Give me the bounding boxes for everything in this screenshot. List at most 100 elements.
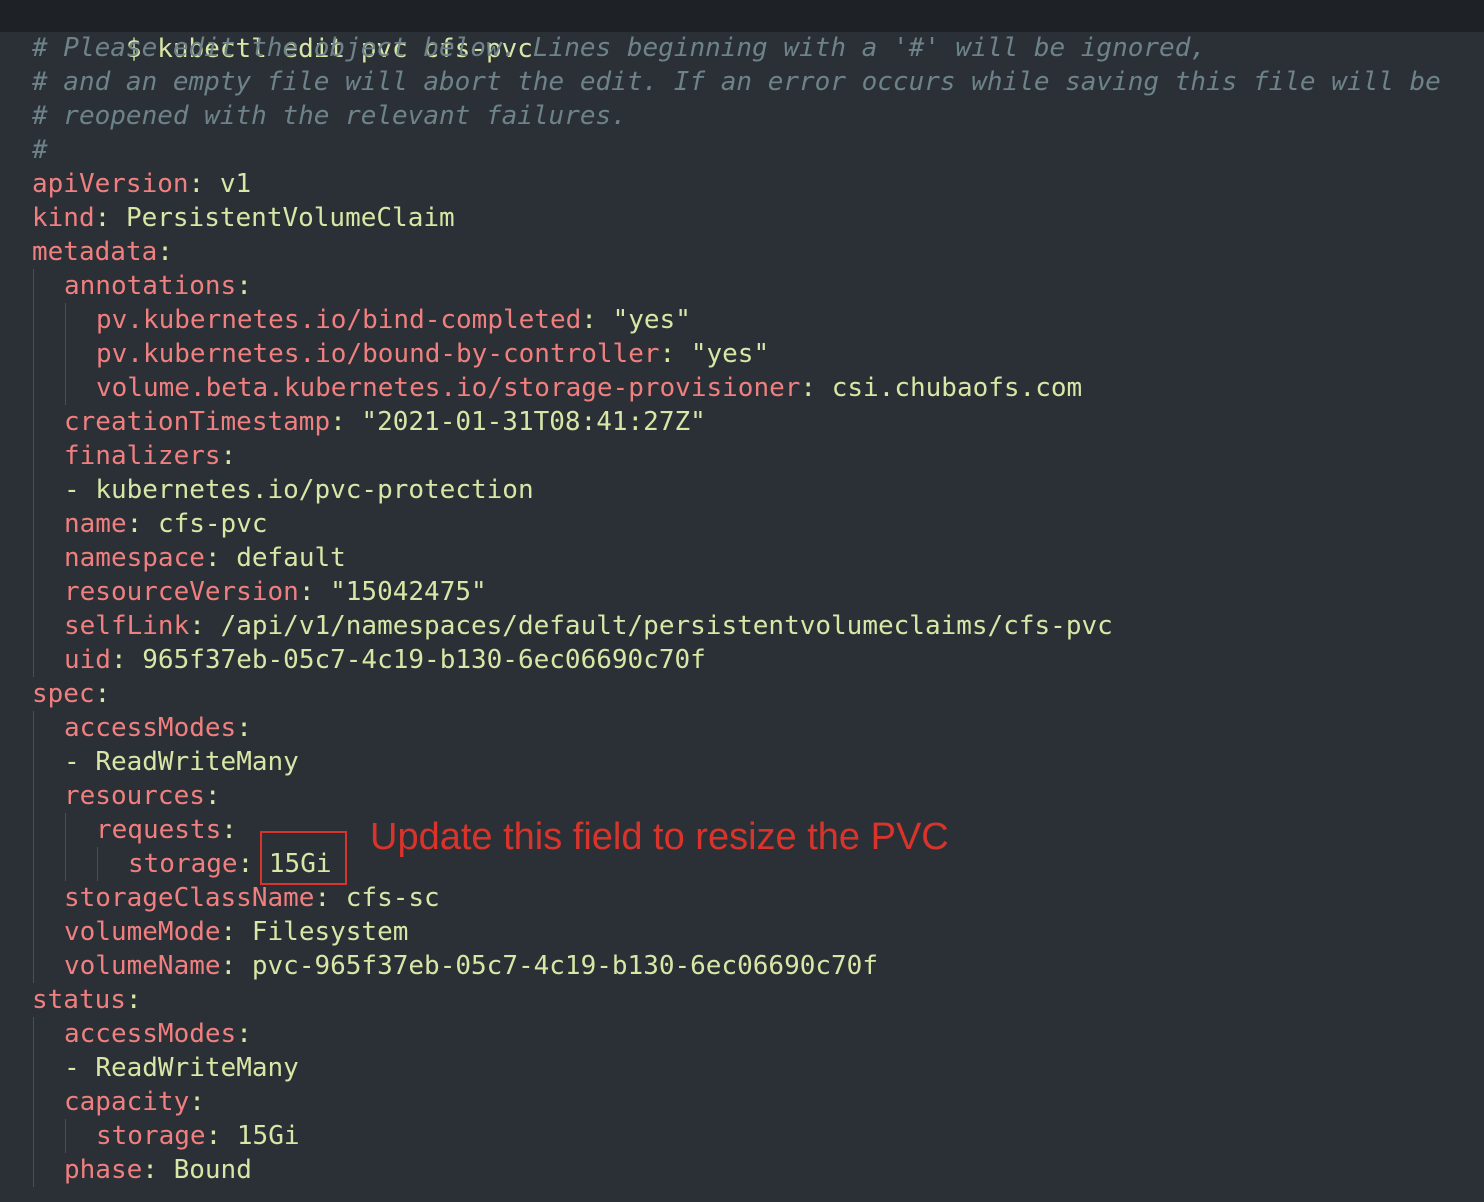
- indent-guide: [33, 949, 34, 983]
- yaml-line-resources: resources:: [0, 779, 1484, 813]
- yaml-line-spec: spec:: [32, 679, 111, 709]
- yaml-key: requests: [96, 815, 222, 845]
- yaml-key: finalizers: [64, 441, 221, 471]
- indent-guide: [33, 473, 34, 507]
- yaml-key: storage: [96, 1121, 206, 1151]
- yaml-key: resourceVersion: [64, 577, 299, 607]
- yaml-key: status: [32, 985, 126, 1015]
- yaml-line-namespace: namespace: default: [0, 541, 1484, 575]
- yaml-line-storage-class-name: storageClassName: cfs-sc: [0, 881, 1484, 915]
- yaml-value: Bound: [173, 1155, 252, 1185]
- yaml-value: /api/v1/namespaces/default/persistentvol…: [220, 611, 1113, 641]
- yaml-line-status: status:: [32, 985, 142, 1015]
- highlight-box: [260, 831, 347, 885]
- yaml-line-name: name: cfs-pvc: [0, 507, 1484, 541]
- indent-guide: [33, 303, 34, 337]
- annotation-callout: Update this field to resize the PVC: [370, 816, 949, 858]
- indent-guide: [33, 643, 34, 677]
- yaml-line-list-item: - ReadWriteMany: [0, 1051, 1484, 1085]
- indent-guide: [33, 711, 34, 745]
- comment-line: # Please edit the object below. Lines be…: [32, 33, 1206, 63]
- yaml-value: csi.chubaofs.com: [831, 373, 1083, 403]
- yaml-value: default: [236, 543, 346, 573]
- yaml-value: "15042475": [330, 577, 487, 607]
- yaml-value: pvc-965f37eb-05c7-4c19-b130-6ec06690c70f: [251, 951, 878, 981]
- indent-guide: [65, 1119, 66, 1153]
- yaml-key: accessModes: [64, 713, 237, 743]
- indent-guide: [65, 813, 66, 847]
- yaml-line-metadata: metadata:: [32, 237, 173, 267]
- indent-guide: [33, 745, 34, 779]
- yaml-key: volume.beta.kubernetes.io/storage-provis…: [96, 373, 801, 403]
- yaml-key: selfLink: [64, 611, 190, 641]
- yaml-key: storageClassName: [64, 883, 315, 913]
- yaml-key: kind: [32, 203, 95, 233]
- yaml-key: resources: [64, 781, 205, 811]
- yaml-key: apiVersion: [32, 169, 189, 199]
- indent-guide: [33, 541, 34, 575]
- yaml-line-list-item: - kubernetes.io/pvc-protection: [0, 473, 1484, 507]
- yaml-key: spec: [32, 679, 95, 709]
- yaml-line-annotation-item: pv.kubernetes.io/bound-by-controller: "y…: [0, 337, 1484, 371]
- yaml-line-apiversion: apiVersion: v1: [32, 169, 252, 199]
- yaml-key: uid: [64, 645, 111, 675]
- yaml-key: storage: [128, 849, 238, 879]
- yaml-line-capacity-storage: storage: 15Gi: [0, 1119, 1484, 1153]
- yaml-key: metadata: [32, 237, 158, 267]
- yaml-key: annotations: [64, 271, 237, 301]
- yaml-line-annotation-item: pv.kubernetes.io/bind-completed: "yes": [0, 303, 1484, 337]
- indent-guide: [65, 371, 66, 405]
- yaml-key: pv.kubernetes.io/bind-completed: [96, 305, 582, 335]
- yaml-value: cfs-sc: [345, 883, 440, 913]
- indent-guide: [33, 1017, 34, 1051]
- indent-guide: [33, 269, 34, 303]
- yaml-line-creation-timestamp: creationTimestamp: "2021-01-31T08:41:27Z…: [0, 405, 1484, 439]
- yaml-value: 965f37eb-05c7-4c19-b130-6ec06690c70f: [142, 645, 706, 675]
- indent-guide: [33, 915, 34, 949]
- yaml-line-capacity: capacity:: [0, 1085, 1484, 1119]
- yaml-value: 15Gi: [236, 1121, 300, 1151]
- indent-guide: [33, 405, 34, 439]
- indent-guide: [33, 847, 34, 881]
- yaml-line-resource-version: resourceVersion: "15042475": [0, 575, 1484, 609]
- yaml-line-self-link: selfLink: /api/v1/namespaces/default/per…: [0, 609, 1484, 643]
- indent-guide: [33, 439, 34, 473]
- indent-guide: [33, 507, 34, 541]
- indent-guide: [97, 847, 98, 881]
- indent-guide: [33, 779, 34, 813]
- yaml-line-finalizers: finalizers:: [0, 439, 1484, 473]
- indent-guide: [33, 1085, 34, 1119]
- yaml-key: phase: [64, 1155, 143, 1185]
- yaml-key: creationTimestamp: [64, 407, 331, 437]
- yaml-value: v1: [219, 169, 252, 199]
- indent-guide: [33, 609, 34, 643]
- yaml-line-access-modes: accessModes:: [0, 711, 1484, 745]
- indent-guide: [33, 575, 34, 609]
- yaml-key: volumeName: [64, 951, 221, 981]
- yaml-value: ReadWriteMany: [95, 747, 299, 777]
- indent-guide: [65, 847, 66, 881]
- yaml-line-list-item: - ReadWriteMany: [0, 745, 1484, 779]
- yaml-key: namespace: [64, 543, 205, 573]
- yaml-line-phase: phase: Bound: [0, 1153, 1484, 1187]
- terminal-editor[interactable]: $ kubectl edit pvc cfs-pvc # Please edit…: [0, 0, 1484, 1202]
- indent-guide: [65, 337, 66, 371]
- indent-guide: [33, 813, 34, 847]
- yaml-line-volume-mode: volumeMode: Filesystem: [0, 915, 1484, 949]
- yaml-line-annotations: annotations:: [0, 269, 1484, 303]
- indent-guide: [33, 881, 34, 915]
- yaml-value: cfs-pvc: [157, 509, 268, 539]
- yaml-value: ReadWriteMany: [95, 1053, 299, 1083]
- indent-guide: [33, 1153, 34, 1187]
- yaml-value: kubernetes.io/pvc-protection: [95, 475, 534, 505]
- yaml-key: volumeMode: [64, 917, 221, 947]
- yaml-key: accessModes: [64, 1019, 237, 1049]
- yaml-line-access-modes: accessModes:: [0, 1017, 1484, 1051]
- comment-line: # reopened with the relevant failures.: [32, 101, 627, 131]
- yaml-line-kind: kind: PersistentVolumeClaim: [32, 203, 455, 233]
- command-line: $ kubectl edit pvc cfs-pvc: [0, 0, 1484, 64]
- comment-line: #: [32, 135, 48, 165]
- indent-guide: [33, 1051, 34, 1085]
- yaml-line-volume-name: volumeName: pvc-965f37eb-05c7-4c19-b130-…: [0, 949, 1484, 983]
- indent-guide: [33, 337, 34, 371]
